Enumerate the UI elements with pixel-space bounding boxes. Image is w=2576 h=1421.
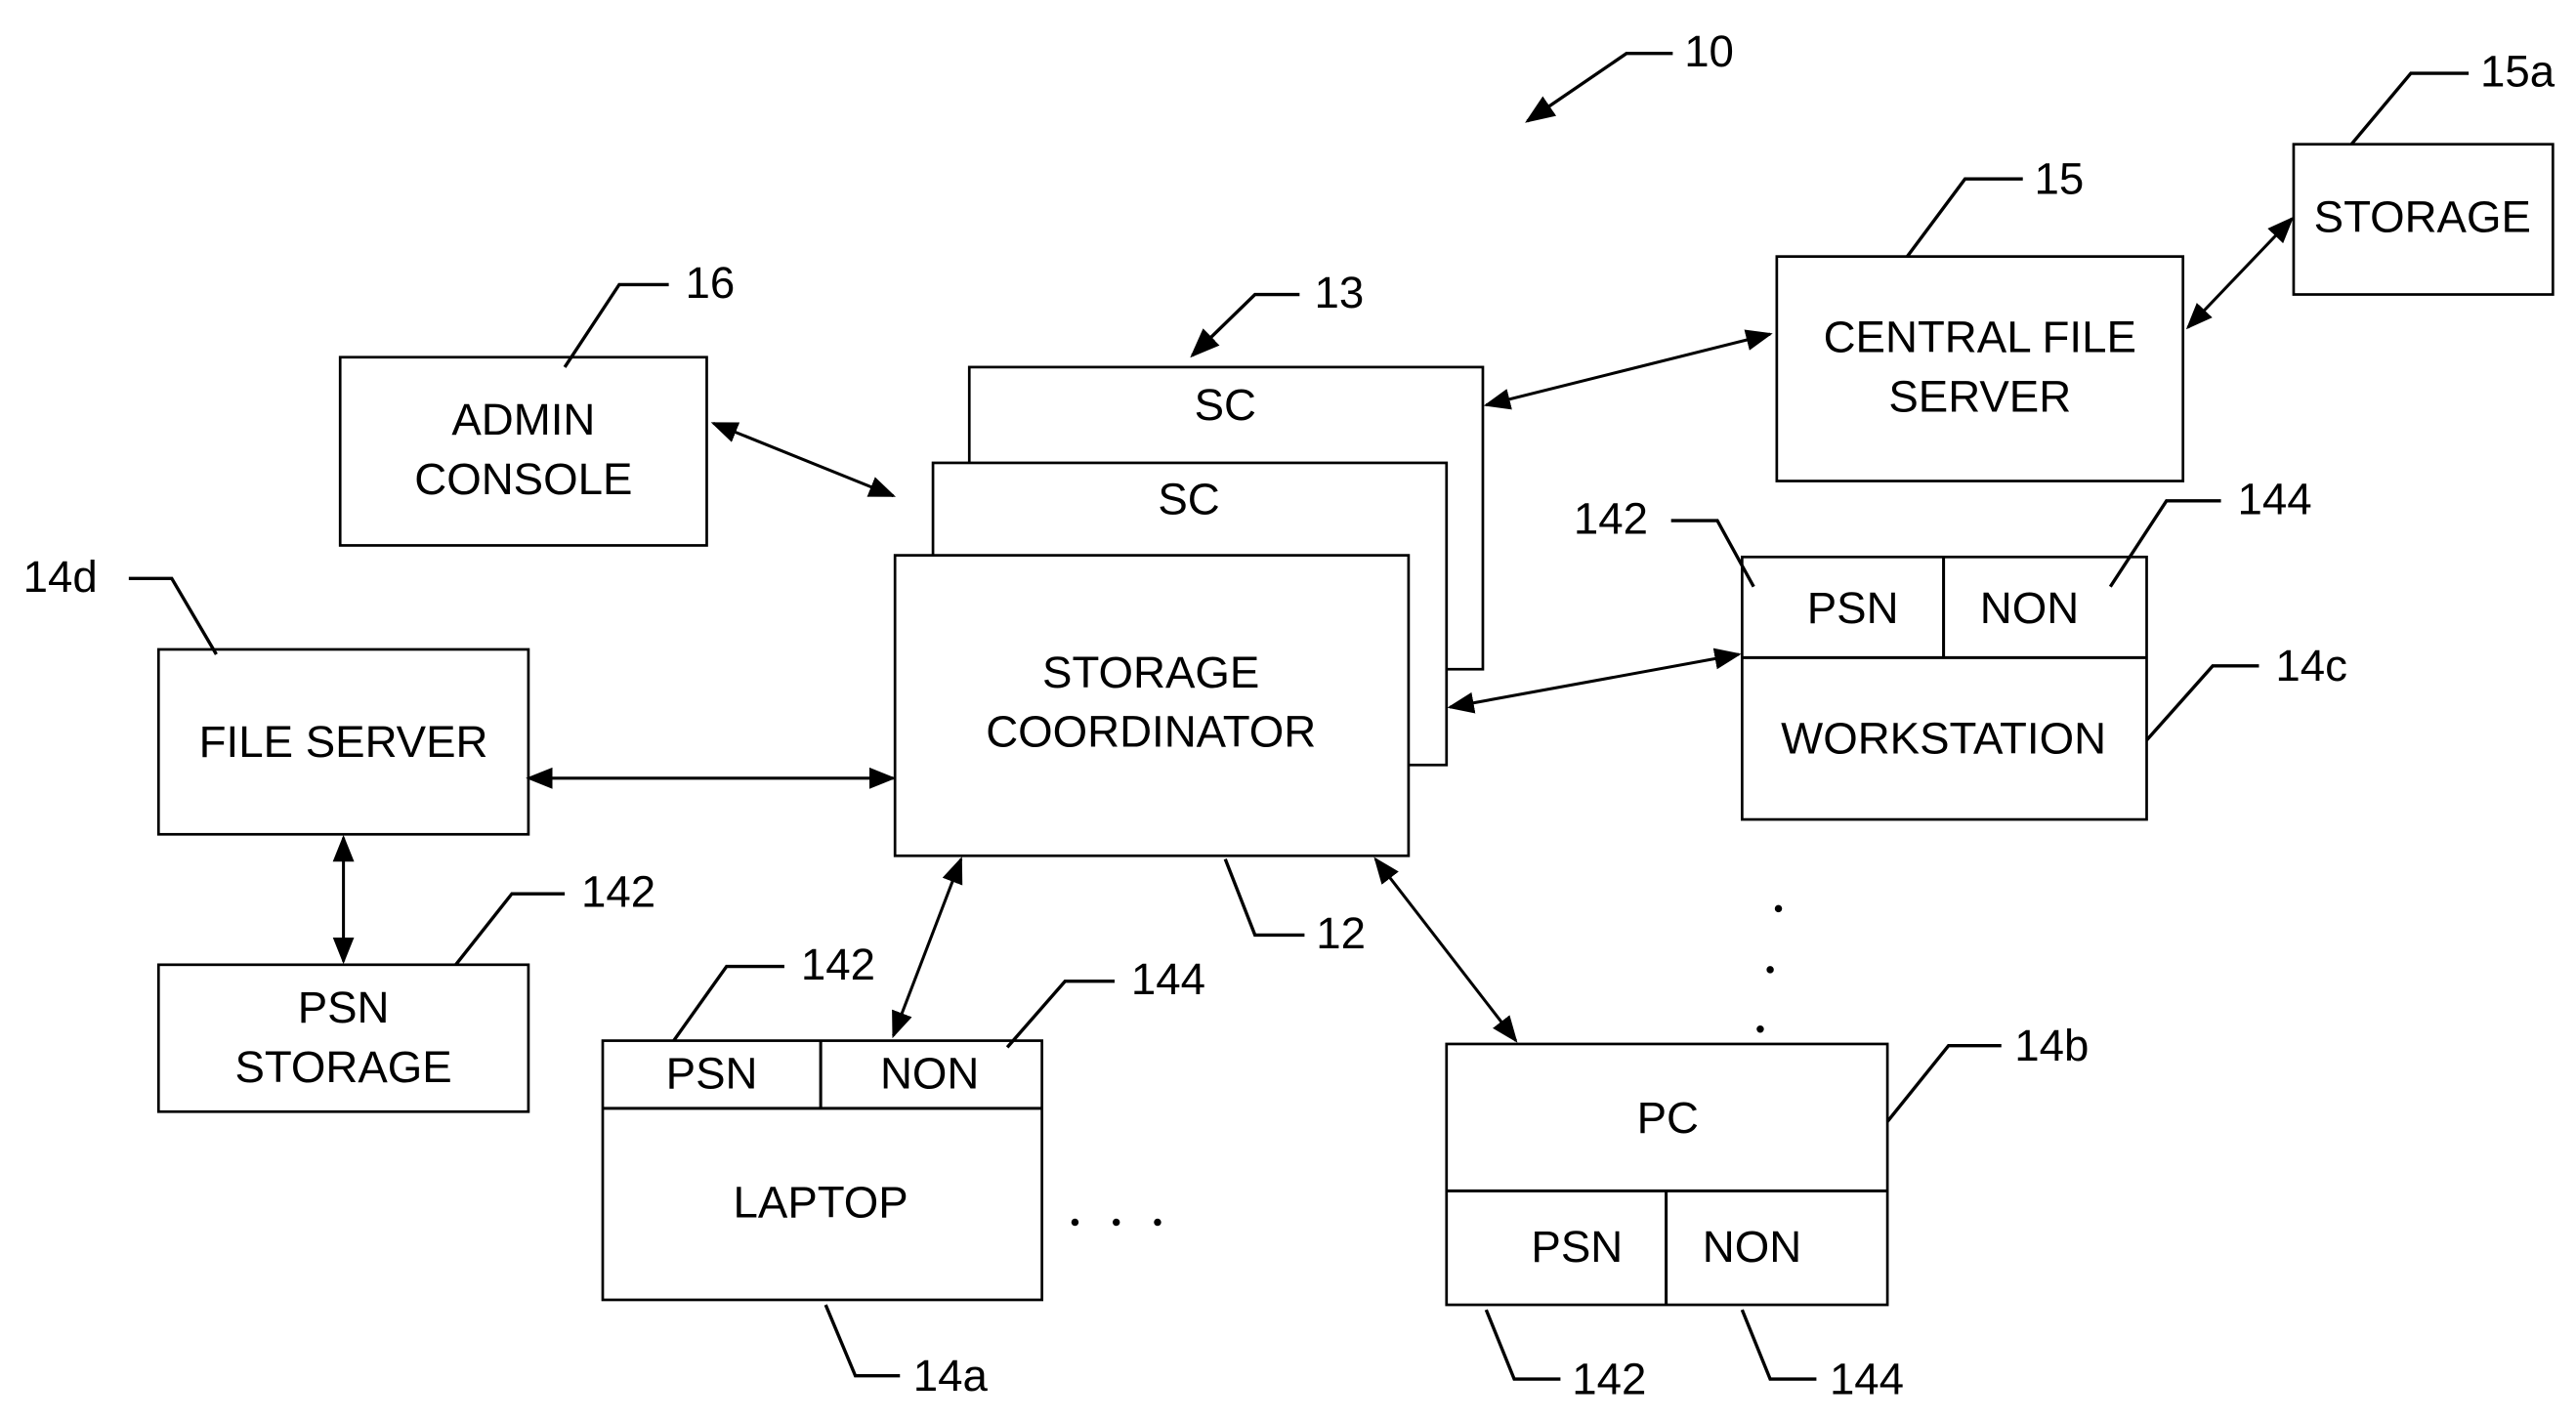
connector-admin-coordinator [710, 421, 897, 498]
storage-coordinator-ref: 12 [1316, 908, 1366, 958]
storage-label: STORAGE [2314, 191, 2531, 241]
laptop-ref: 14a [913, 1351, 989, 1400]
pc-label: PC [1637, 1093, 1699, 1143]
sc-ref: 13 [1315, 268, 1365, 317]
psn-storage-line1: PSN [298, 982, 390, 1032]
psn-storage-node[interactable]: PSN STORAGE 142 [156, 867, 655, 1113]
workstation-ref: 14c [2275, 641, 2347, 690]
central-file-server-ref: 15 [2035, 153, 2085, 203]
figure-ref-label: 10 [1684, 26, 1734, 76]
connector-sc-central-file-server [1483, 329, 1773, 410]
connector-central-file-server-storage [2185, 216, 2295, 330]
central-file-server-node[interactable]: CENTRAL FILE SERVER 15 [1775, 153, 2185, 482]
figure-ref-10: 10 [1525, 26, 1734, 123]
pc-ref: 14b [2014, 1021, 2089, 1070]
psn-storage-ref: 142 [581, 867, 655, 917]
admin-console-line2: CONSOLE [414, 454, 632, 504]
pc-psn-ref: 142 [1572, 1354, 1646, 1403]
storage-ref: 15a [2480, 47, 2555, 97]
connector-coordinator-pc [1373, 857, 1518, 1043]
pc-node[interactable]: PC PSN NON 14b 142 144 [1445, 1021, 2090, 1403]
file-server-label: FILE SERVER [199, 717, 488, 767]
laptop-non: NON [880, 1049, 979, 1099]
pc-non-ref: 144 [1830, 1354, 1904, 1403]
connector-coordinator-workstation [1447, 648, 1742, 714]
laptop-non-ref: 144 [1131, 954, 1205, 1004]
admin-console-node[interactable]: ADMIN CONSOLE 16 [338, 258, 736, 547]
pc-psn: PSN [1531, 1222, 1623, 1272]
admin-console-ref: 16 [686, 258, 736, 308]
storage-coordinator-line1: STORAGE [1042, 648, 1259, 697]
sc-mid-label: SC [1158, 474, 1219, 523]
storage-coordinator-line2: COORDINATOR [986, 707, 1316, 757]
storage-node[interactable]: STORAGE 15a [2292, 47, 2555, 296]
workstation-psn: PSN [1807, 583, 1899, 633]
workstation-non: NON [1980, 583, 2079, 633]
pc-non: NON [1703, 1222, 1801, 1272]
central-file-server-line2: SERVER [1888, 372, 2071, 422]
admin-console-line1: ADMIN [451, 395, 595, 444]
sc-back-label: SC [1195, 380, 1256, 430]
central-file-server-line1: CENTRAL FILE [1824, 313, 2136, 362]
connector-coordinator-laptop [892, 857, 963, 1039]
laptop-psn-ref: 142 [801, 940, 875, 989]
laptop-psn: PSN [666, 1049, 758, 1099]
workstation-non-ref: 144 [2237, 474, 2311, 523]
psn-storage-line2: STORAGE [234, 1042, 451, 1092]
file-server-node[interactable]: FILE SERVER 14d [23, 552, 530, 836]
workstation-psn-ref: 142 [1574, 494, 1648, 544]
horizontal-ellipsis [1071, 1218, 1161, 1227]
workstation-node[interactable]: PSN NON WORKSTATION 142 144 14c [1574, 474, 2347, 821]
file-server-ref: 14d [23, 552, 98, 602]
laptop-label: LAPTOP [734, 1177, 908, 1227]
workstation-label: WORKSTATION [1781, 713, 2106, 763]
storage-coordinator-node[interactable]: STORAGE COORDINATOR 12 [893, 554, 1411, 958]
vertical-ellipsis [1756, 904, 1783, 1033]
storage-system-diagram: 10 ADMIN CONSOLE 16 SC 13 SC STORAGE COO… [23, 26, 2555, 1403]
